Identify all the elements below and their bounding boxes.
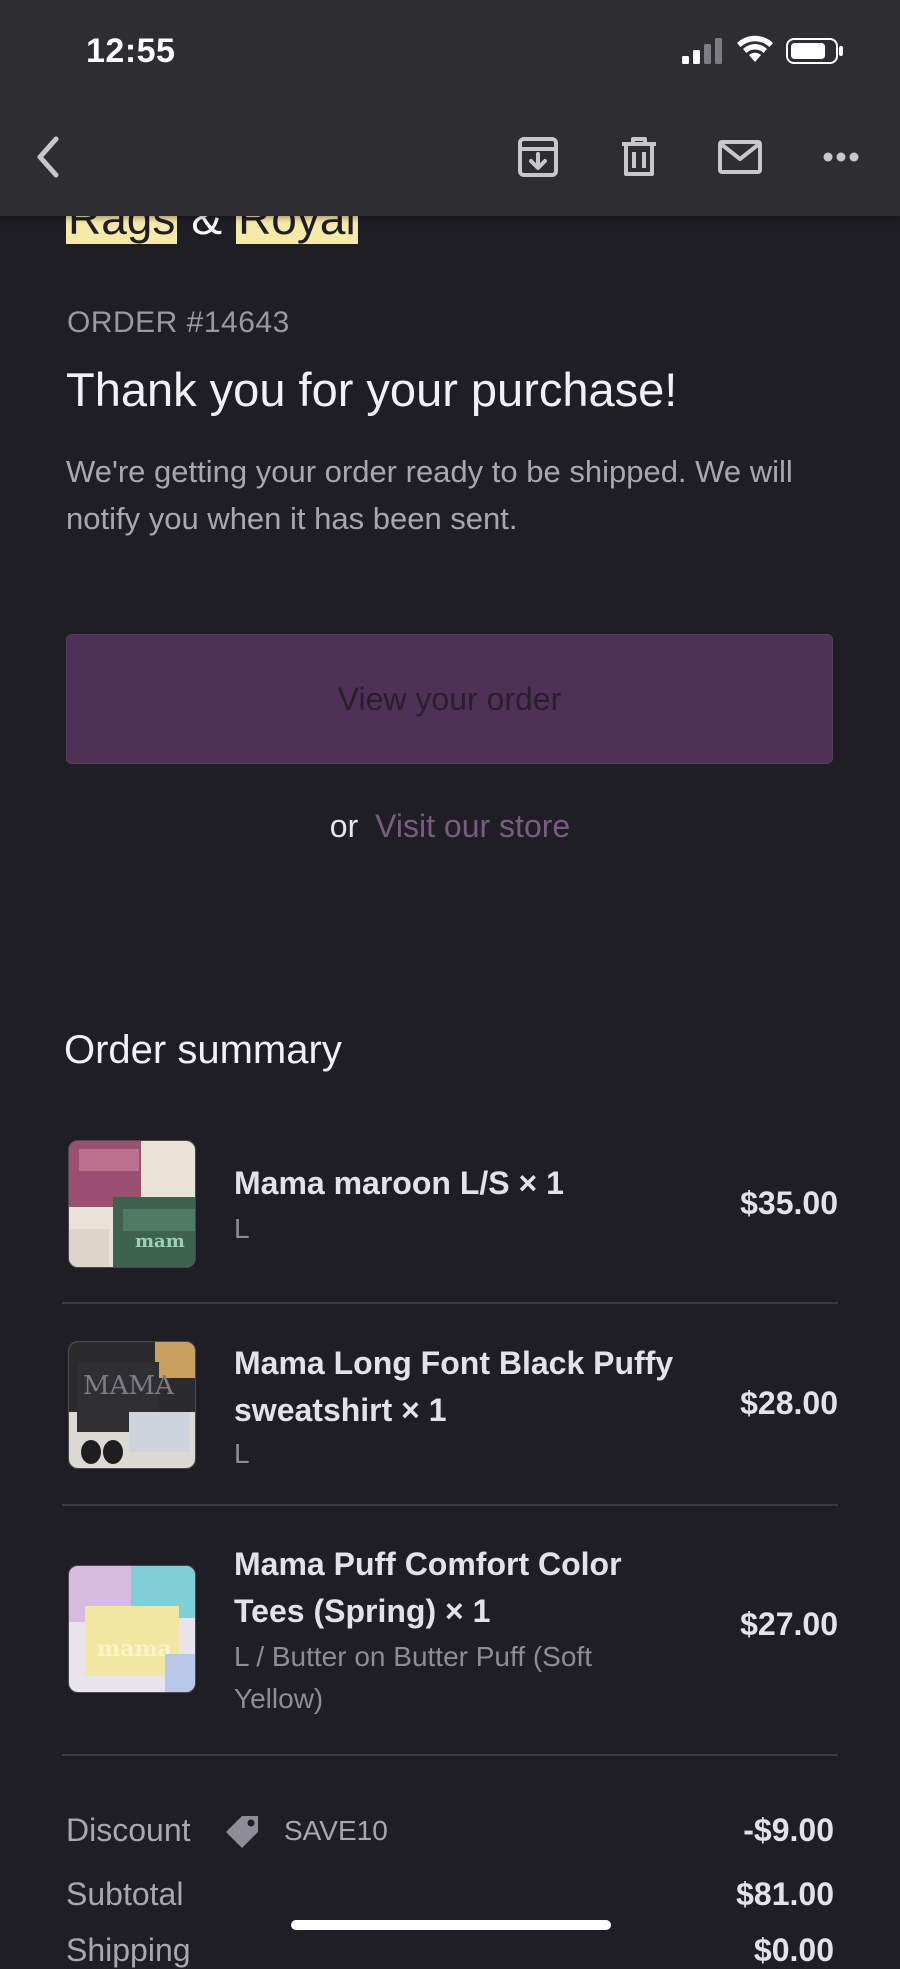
item-variant: L / Butter on Butter Puff (Soft Yellow) (234, 1641, 592, 1714)
cellular-signal-icon (682, 38, 722, 64)
item-variant: L (234, 1213, 250, 1244)
product-thumbnail: mam (68, 1140, 196, 1268)
item-price: $27.00 (740, 1606, 838, 1642)
item-price: $35.00 (740, 1185, 838, 1221)
home-indicator[interactable] (291, 1920, 611, 1930)
order-item: mam Mama maroon L/S × 1 L $35.00 (64, 1140, 838, 1270)
shipping-value: $0.00 (753, 1932, 834, 1968)
mail-icon (718, 140, 762, 174)
wifi-icon (737, 35, 773, 62)
trash-icon (622, 137, 656, 176)
item-variant: L (234, 1438, 250, 1469)
back-chevron-icon (37, 136, 59, 178)
divider (62, 1754, 838, 1756)
archive-button[interactable] (513, 132, 563, 182)
item-name: Mama maroon L/S × 1 (234, 1165, 564, 1201)
mail-toolbar: 12:55 (0, 0, 900, 216)
tag-icon (226, 1816, 258, 1848)
visit-store-link[interactable]: Visit our store (375, 808, 570, 844)
mark-unread-button[interactable] (715, 132, 765, 182)
svg-text:MAMA: MAMA (83, 1371, 175, 1401)
product-thumbnail: MAMA (68, 1341, 196, 1469)
discount-code: SAVE10 (284, 1815, 388, 1846)
order-item: mama Mama Puff Comfort Color Tees (Sprin… (64, 1541, 838, 1721)
more-options-button[interactable] (816, 132, 866, 182)
thank-you-heading: Thank you for your purchase! (66, 363, 678, 416)
svg-text:mam: mam (135, 1231, 185, 1252)
or-text: or (329, 808, 359, 844)
item-price: $28.00 (740, 1385, 838, 1421)
divider (62, 1302, 838, 1304)
svg-text:mama: mama (97, 1636, 172, 1662)
battery-icon (786, 38, 843, 64)
item-name: Mama Long Font Black Puffy sweatshirt × … (234, 1345, 674, 1428)
divider (62, 1504, 838, 1506)
subtotal-label: Subtotal (66, 1876, 184, 1912)
order-item: MAMA Mama Long Font Black Puffy sweatshi… (64, 1340, 838, 1490)
more-icon (823, 152, 859, 162)
delete-button[interactable] (614, 132, 664, 182)
item-name: Mama Puff Comfort Color Tees (Spring) × … (234, 1546, 622, 1629)
shipping-label: Shipping (66, 1932, 191, 1968)
discount-value: -$9.00 (743, 1812, 834, 1848)
view-order-button[interactable]: View your order (66, 634, 833, 764)
back-button[interactable] (22, 132, 72, 182)
status-time: 12:55 (86, 32, 176, 70)
subtotal-value: $81.00 (736, 1876, 834, 1912)
product-thumbnail: mama (68, 1565, 196, 1693)
store-line: or Visit our store (0, 808, 900, 845)
order-number: ORDER #14643 (67, 306, 290, 339)
order-message: We're getting your order ready to be shi… (66, 454, 793, 536)
archive-icon (518, 137, 558, 177)
order-summary-title: Order summary (64, 1028, 342, 1072)
discount-label: Discount (66, 1812, 191, 1848)
